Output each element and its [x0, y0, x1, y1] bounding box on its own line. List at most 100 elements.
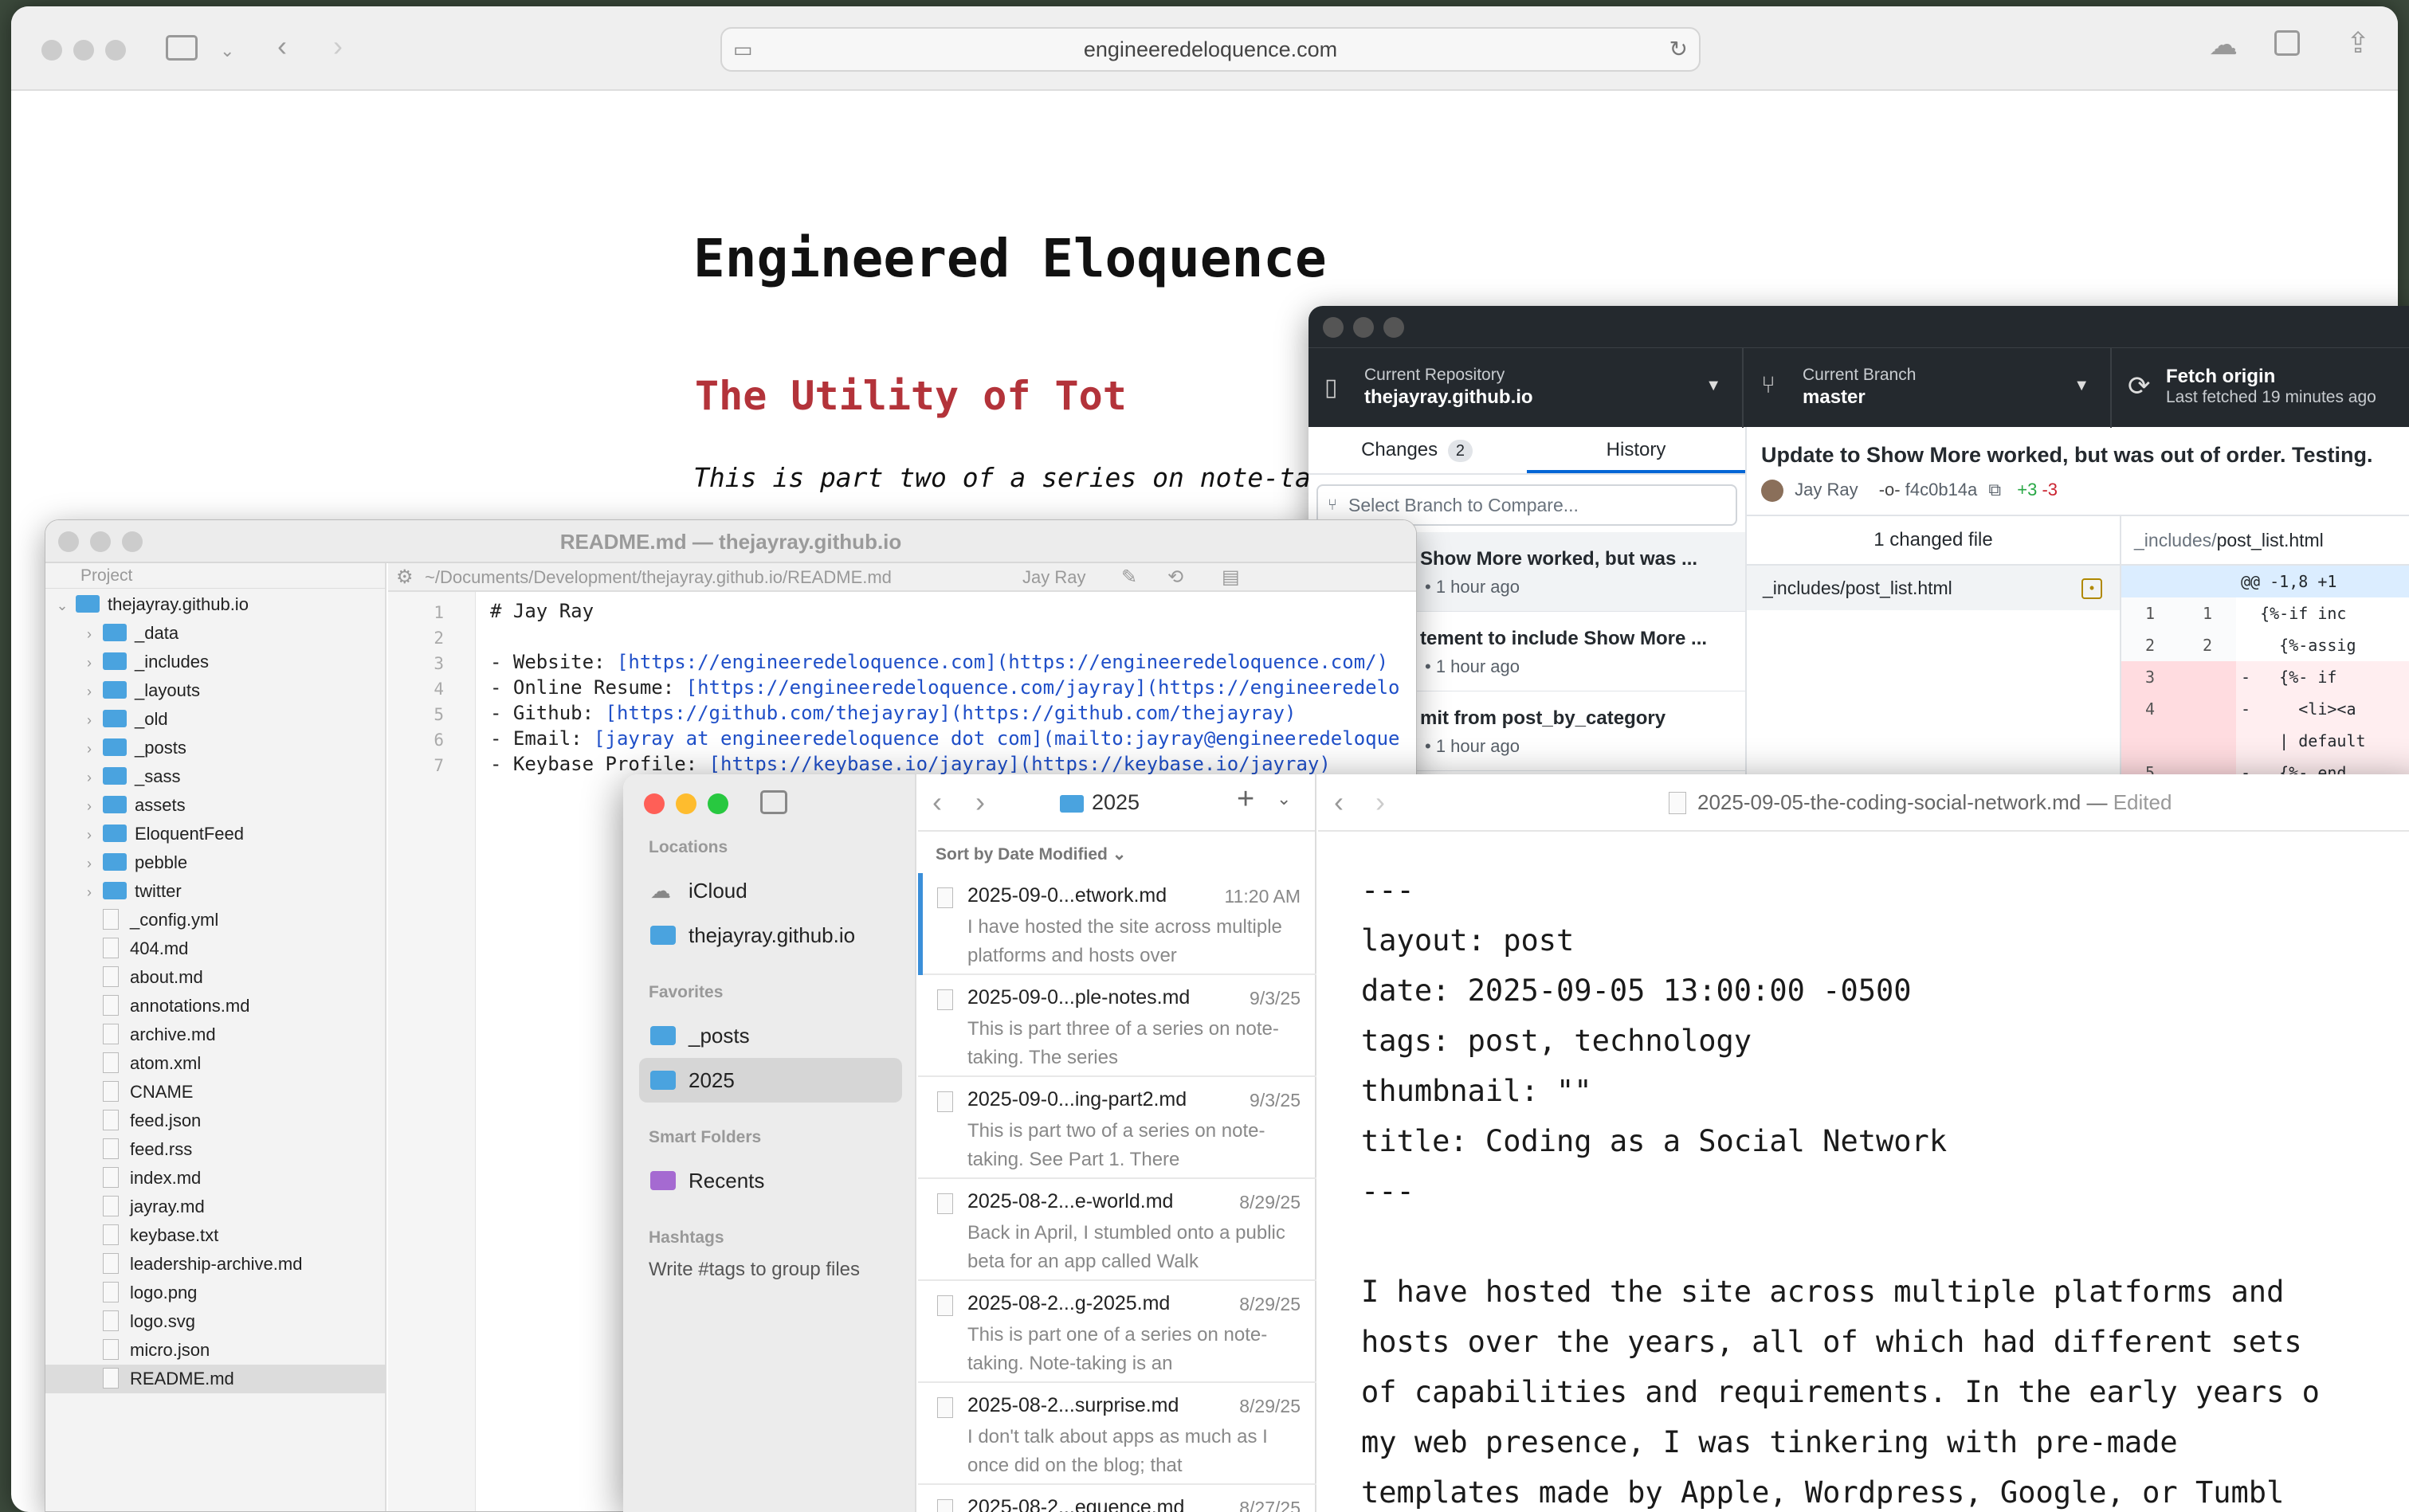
list-item[interactable]: 2025-08-2...e-world.md 8/29/25 Back in Apr…: [918, 1179, 1316, 1281]
sidebar-icon[interactable]: [166, 35, 198, 61]
tree-item[interactable]: CNAME: [45, 1078, 386, 1107]
sidebar-item-recents[interactable]: Recents: [639, 1158, 902, 1203]
tree-item[interactable]: › _data: [45, 619, 386, 648]
code-line: # Jay Ray: [490, 600, 594, 622]
back-icon[interactable]: ‹: [277, 30, 287, 62]
tree-item[interactable]: 404.md: [45, 934, 386, 963]
minimize-button[interactable]: [73, 40, 94, 61]
current-branch-button[interactable]: ⑂ Current Branch master ▼: [1745, 348, 2112, 428]
tree-item[interactable]: _config.yml: [45, 906, 386, 934]
tree-item[interactable]: › pebble: [45, 848, 386, 877]
file-path[interactable]: ~/Documents/Development/thejayray.github…: [425, 563, 892, 592]
tree-item[interactable]: › assets: [45, 791, 386, 820]
gear-icon[interactable]: ⚙: [396, 563, 414, 592]
tree-item[interactable]: feed.json: [45, 1107, 386, 1135]
sidebar-item-icloud[interactable]: ☁ iCloud: [639, 868, 902, 913]
forward-icon[interactable]: ›: [333, 30, 343, 62]
doc-status: Edited: [2113, 790, 2172, 814]
pen-icon[interactable]: ✎: [1121, 563, 1137, 592]
current-repository-button[interactable]: ▯ Current Repository thejayray.github.io…: [1308, 348, 1744, 428]
zoom-button[interactable]: [708, 793, 728, 814]
sidebar-item-posts[interactable]: _posts: [639, 1013, 902, 1058]
list-item[interactable]: 2025-09-0...etwork.md 11:20 AM I have host…: [918, 873, 1316, 975]
tree-item[interactable]: logo.png: [45, 1279, 386, 1307]
address-bar[interactable]: ▭ engineeredeloquence.com ↻: [720, 27, 1701, 72]
blog-title[interactable]: Engineered Eloquence: [693, 228, 1327, 289]
copy-icon[interactable]: ⧉: [1988, 480, 2001, 499]
tree-item[interactable]: › _posts: [45, 734, 386, 762]
tree-item[interactable]: keybase.txt: [45, 1221, 386, 1250]
tree-item[interactable]: logo.svg: [45, 1307, 386, 1336]
history-icon[interactable]: ⟲: [1167, 563, 1183, 592]
post-title[interactable]: The Utility of Tot: [695, 373, 1127, 419]
tree-item[interactable]: › _sass: [45, 762, 386, 791]
chevron-icon[interactable]: ›: [80, 734, 98, 763]
tree-item[interactable]: about.md: [45, 963, 386, 992]
list-item[interactable]: 2025-08-2...surprise.md 8/29/25 I don't ta…: [918, 1383, 1316, 1485]
chevron-icon[interactable]: ›: [80, 792, 98, 821]
tree-item[interactable]: README.md: [45, 1365, 386, 1393]
forward-icon[interactable]: ›: [1375, 785, 1385, 819]
chevron-icon[interactable]: ›: [80, 648, 98, 677]
sidebar-item-repo[interactable]: thejayray.github.io: [639, 913, 902, 958]
sidebar-toggle-icon[interactable]: [760, 790, 787, 814]
author-menu[interactable]: Jay Ray: [1022, 563, 1085, 592]
cloud-icon[interactable]: ☁: [2209, 29, 2238, 61]
close-button[interactable]: [58, 531, 79, 552]
new-note-button[interactable]: +: [1237, 782, 1254, 817]
zoom-button[interactable]: [1383, 317, 1404, 338]
tree-item[interactable]: feed.rss: [45, 1135, 386, 1164]
tree-item[interactable]: › twitter: [45, 877, 386, 906]
forward-icon[interactable]: ›: [975, 785, 985, 819]
minimize-button[interactable]: [1353, 317, 1374, 338]
chevron-icon[interactable]: ›: [80, 878, 98, 907]
reload-icon[interactable]: ↻: [1669, 29, 1688, 70]
code-link: [https://github.com/thejayray](https://g…: [605, 702, 1297, 724]
changed-file-row[interactable]: _includes/post_list.html •: [1747, 566, 2120, 610]
tree-item[interactable]: micro.json: [45, 1336, 386, 1365]
chevron-icon[interactable]: ›: [80, 849, 98, 878]
list-item[interactable]: 2025-08-2...g-2025.md 8/29/25 This is part…: [918, 1281, 1316, 1383]
chevron-icon[interactable]: ›: [80, 821, 98, 849]
back-icon[interactable]: ‹: [932, 785, 942, 819]
chevron-icon[interactable]: ›: [80, 763, 98, 792]
close-button[interactable]: [41, 40, 62, 61]
tab-changes[interactable]: Changes 2: [1308, 427, 1525, 473]
tabs-overview-icon[interactable]: [2274, 30, 2300, 56]
tree-item[interactable]: › EloquentFeed: [45, 820, 386, 848]
tree-item[interactable]: › _layouts: [45, 676, 386, 705]
list-item[interactable]: 2025-08-2...equence.md 8/27/25: [918, 1485, 1316, 1512]
chevron-down-icon[interactable]: ⌄: [220, 35, 234, 67]
tree-item[interactable]: leadership-archive.md: [45, 1250, 386, 1279]
chevron-down-icon[interactable]: ⌄: [1277, 789, 1291, 809]
minimize-button[interactable]: [676, 793, 696, 814]
sort-menu[interactable]: Sort by Date Modified ⌄: [936, 844, 1126, 864]
list-item[interactable]: 2025-09-0...ing-part2.md 9/3/25 This is pa…: [918, 1077, 1316, 1179]
close-button[interactable]: [1323, 317, 1344, 338]
tree-item[interactable]: ⌄ thejayray.github.io: [45, 590, 386, 619]
commit-sha[interactable]: f4c0b14a: [1905, 480, 1978, 499]
chevron-icon[interactable]: ›: [80, 677, 98, 706]
share-icon[interactable]: ⇪: [2346, 27, 2370, 59]
tree-item[interactable]: annotations.md: [45, 992, 386, 1020]
list-item[interactable]: 2025-09-0...ple-notes.md 9/3/25 This is pa…: [918, 975, 1316, 1077]
chevron-icon[interactable]: ›: [80, 706, 98, 734]
document-icon[interactable]: ▤: [1222, 563, 1240, 592]
sidebar-item-2025[interactable]: 2025: [639, 1058, 902, 1103]
fetch-origin-button[interactable]: ⟳ Fetch origin Last fetched 19 minutes a…: [2113, 348, 2409, 428]
page-menu-icon[interactable]: ▭: [733, 29, 753, 70]
tree-item[interactable]: archive.md: [45, 1020, 386, 1049]
minimize-button[interactable]: [90, 531, 111, 552]
tree-item[interactable]: jayray.md: [45, 1193, 386, 1221]
tree-item[interactable]: atom.xml: [45, 1049, 386, 1078]
tab-history[interactable]: History: [1527, 427, 1745, 473]
chevron-icon[interactable]: ›: [80, 620, 98, 648]
tree-item[interactable]: index.md: [45, 1164, 386, 1193]
zoom-button[interactable]: [122, 531, 143, 552]
tree-item[interactable]: › _includes: [45, 648, 386, 676]
tree-item[interactable]: › _old: [45, 705, 386, 734]
back-icon[interactable]: ‹: [1334, 785, 1344, 819]
close-button[interactable]: [644, 793, 665, 814]
zoom-button[interactable]: [105, 40, 126, 61]
chevron-icon[interactable]: ⌄: [53, 591, 71, 620]
